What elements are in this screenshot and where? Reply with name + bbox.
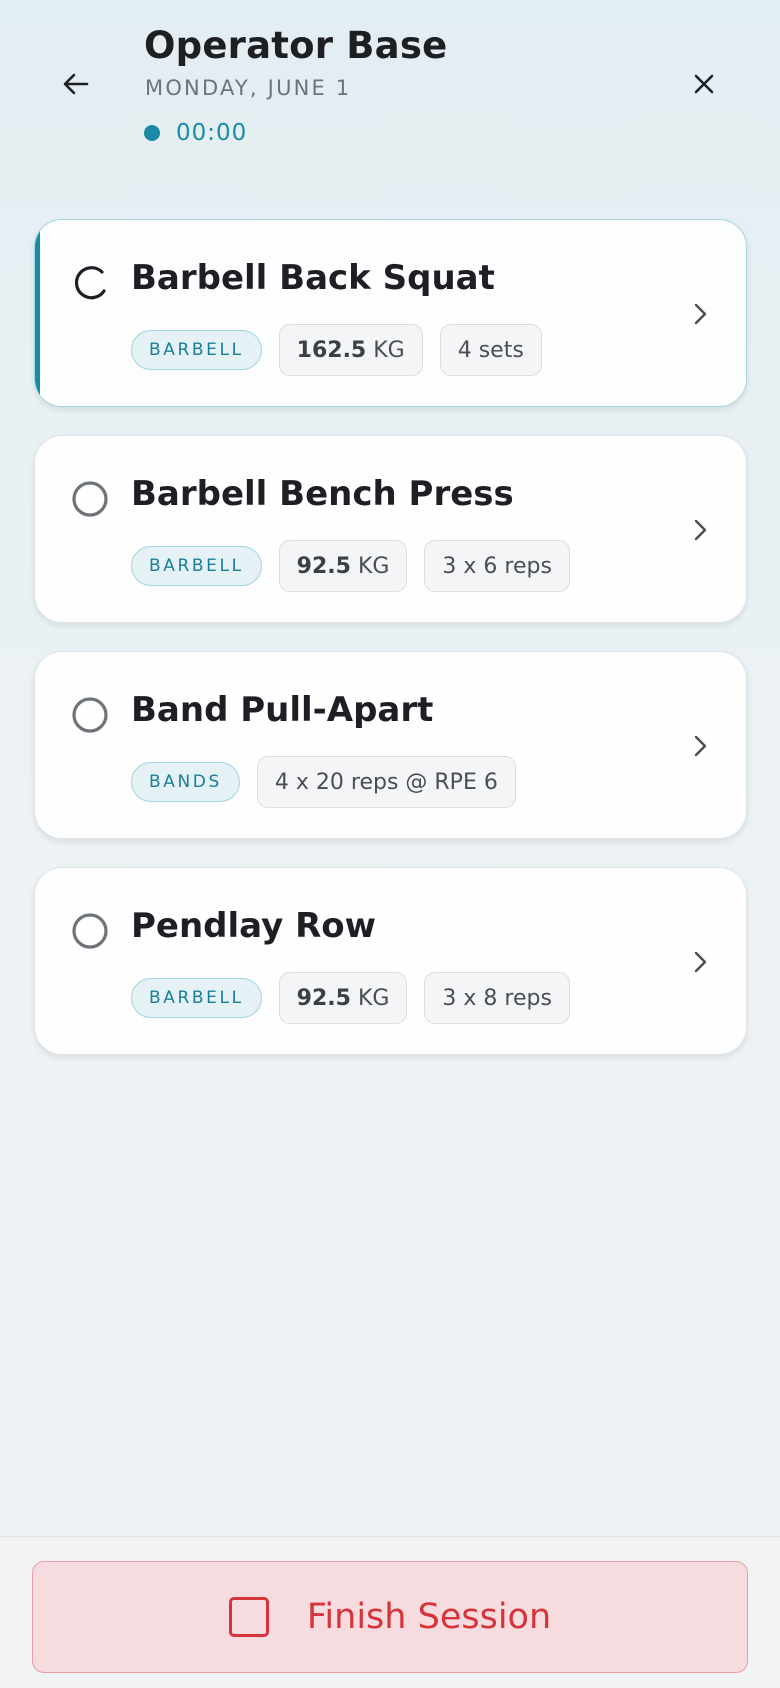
- chevron-right-icon: [694, 519, 707, 541]
- stop-square-icon: [228, 1597, 269, 1637]
- exercise-card-barbell-back-squat[interactable]: Barbell Back Squat BARBELL 162.5 KG 4 set…: [34, 219, 747, 407]
- weight-chip: 92.5 KG: [278, 972, 408, 1024]
- weight-value: 92.5: [296, 985, 351, 1011]
- equipment-badge: BARBELL: [131, 546, 262, 586]
- exercise-name: Pendlay Row: [131, 906, 377, 946]
- exercise-chips: BARBELL 92.5 KG 3 x 6 reps: [131, 540, 570, 592]
- weight-value: 92.5: [296, 553, 351, 579]
- exercise-name: Band Pull-Apart: [131, 690, 434, 730]
- not-started-circle-icon: [72, 913, 108, 949]
- page-title: Operator Base: [144, 24, 448, 67]
- equipment-badge: BARBELL: [131, 978, 262, 1018]
- not-started-circle-icon: [72, 481, 108, 517]
- back-button[interactable]: [52, 60, 100, 108]
- session-header: Operator Base MONDAY, JUNE 1 00:00: [0, 0, 780, 190]
- scheme-chip: 3 x 6 reps: [424, 540, 570, 592]
- timer-text: 00:00: [176, 120, 248, 146]
- exercise-card-pendlay-row[interactable]: Pendlay Row BARBELL 92.5 KG 3 x 8 reps: [34, 867, 747, 1055]
- in-progress-icon: [74, 266, 106, 300]
- equipment-badge: BARBELL: [131, 330, 262, 370]
- finish-session-label: Finish Session: [306, 1597, 552, 1637]
- arrow-left-icon: [63, 73, 89, 95]
- chevron-right-icon: [694, 303, 707, 325]
- footer-bar: Finish Session: [0, 1536, 780, 1688]
- exercise-name: Barbell Back Squat: [131, 258, 495, 298]
- chevron-right-icon: [694, 735, 707, 757]
- weight-value: 162.5: [296, 337, 367, 363]
- scheme-chip: 4 sets: [439, 324, 542, 376]
- weight-chip: 162.5 KG: [278, 324, 423, 376]
- exercise-card-barbell-bench-press[interactable]: Barbell Bench Press BARBELL 92.5 KG 3 x 6…: [34, 435, 747, 623]
- scheme-chip: 4 x 20 reps @ RPE 6: [256, 756, 516, 808]
- session-timer: 00:00: [144, 120, 247, 146]
- exercise-name: Barbell Bench Press: [131, 474, 514, 514]
- not-started-circle-icon: [72, 697, 108, 733]
- exercise-card-band-pull-apart[interactable]: Band Pull-Apart BANDS 4 x 20 reps @ RPE …: [34, 651, 747, 839]
- finish-session-button[interactable]: Finish Session: [32, 1561, 748, 1673]
- weight-unit: KG: [357, 553, 390, 579]
- chevron-right-icon: [694, 951, 707, 973]
- session-date: MONDAY, JUNE 1: [145, 76, 352, 100]
- scheme-chip: 3 x 8 reps: [424, 972, 570, 1024]
- weight-chip: 92.5 KG: [278, 540, 408, 592]
- exercise-chips: BANDS 4 x 20 reps @ RPE 6: [131, 756, 516, 808]
- timer-dot-icon: [144, 125, 160, 141]
- weight-unit: KG: [373, 337, 405, 363]
- active-accent-bar: [35, 220, 40, 406]
- close-button[interactable]: [680, 60, 728, 108]
- equipment-badge: BANDS: [131, 762, 240, 802]
- weight-unit: KG: [357, 985, 390, 1011]
- exercise-chips: BARBELL 92.5 KG 3 x 8 reps: [131, 972, 570, 1024]
- exercise-chips: BARBELL 162.5 KG 4 sets: [131, 324, 542, 376]
- close-icon: [694, 74, 714, 94]
